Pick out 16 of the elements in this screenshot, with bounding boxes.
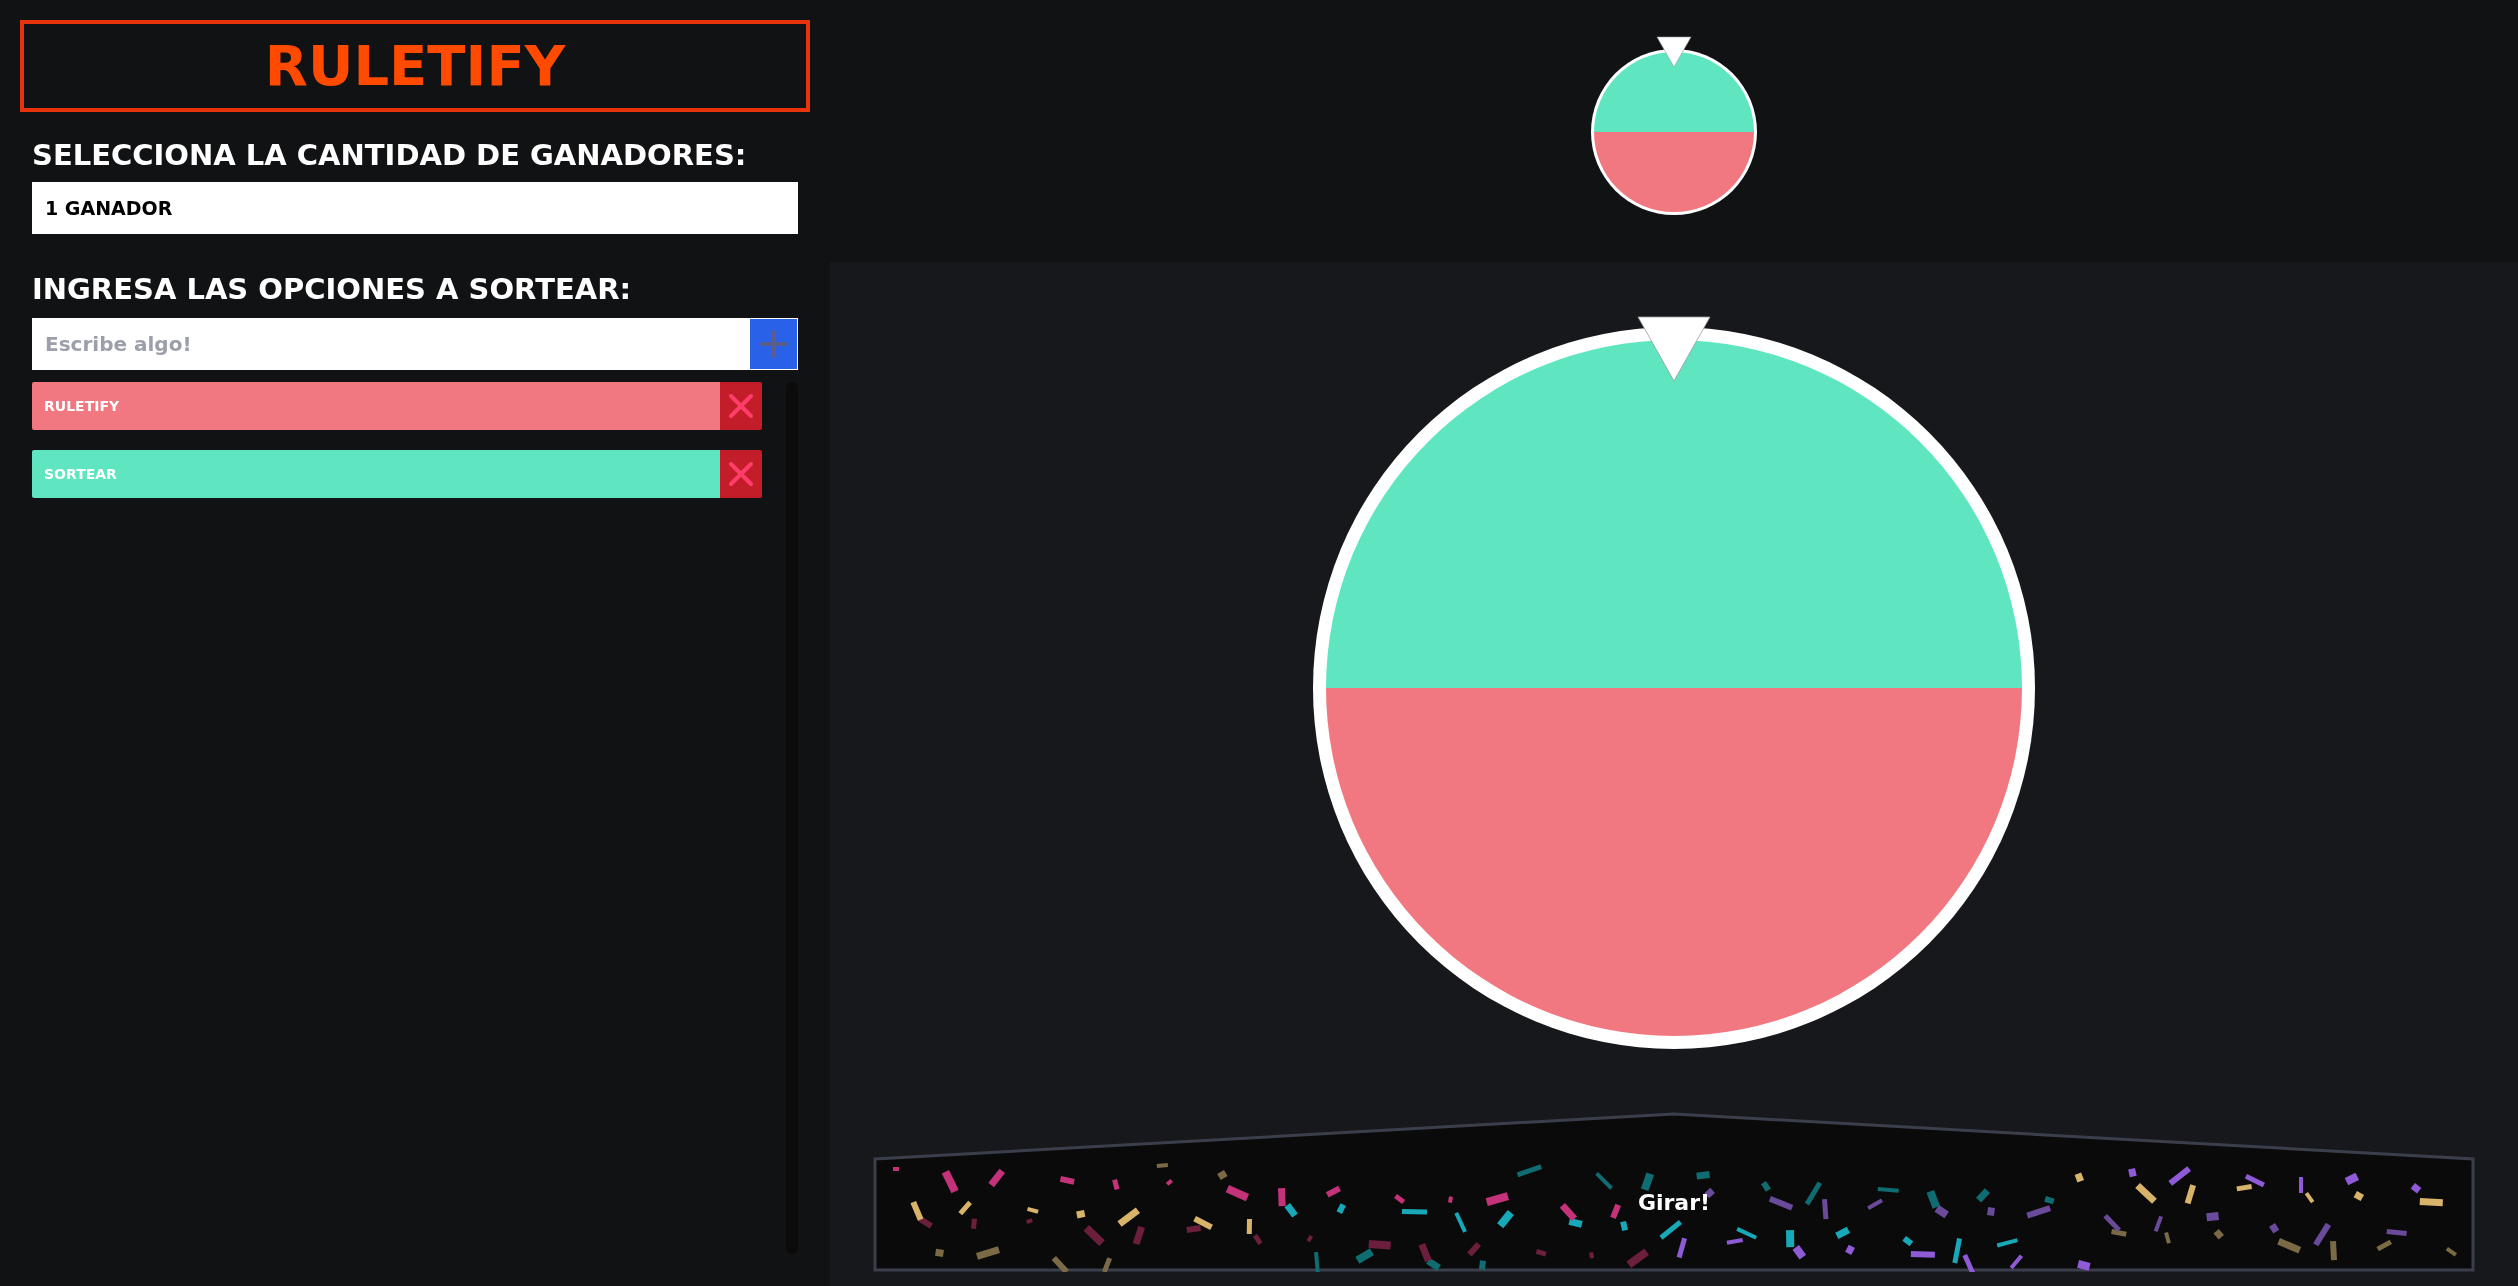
spin-button[interactable]: Girar! <box>873 1112 2475 1272</box>
winners-select[interactable]: 1 GANADOR <box>32 181 798 234</box>
pointer-icon <box>1656 36 1692 68</box>
option-item: SORTEAR <box>32 449 720 498</box>
winners-heading: SELECCIONA LA CANTIDAD DE GANADORES: <box>32 140 748 172</box>
pointer-icon <box>1637 316 1711 382</box>
plus-icon <box>759 329 788 358</box>
delete-option-button[interactable] <box>720 381 762 430</box>
app-title: RULETIFY <box>20 20 810 112</box>
option-input-field[interactable]: Escribe algo! <box>32 317 749 370</box>
add-option-button[interactable] <box>749 317 798 370</box>
close-icon <box>728 460 754 487</box>
delete-option-button[interactable] <box>720 449 762 498</box>
close-icon <box>728 392 754 419</box>
options-heading: INGRESA LAS OPCIONES A SORTEAR: <box>32 273 633 306</box>
option-item: RULETIFY <box>32 381 720 430</box>
